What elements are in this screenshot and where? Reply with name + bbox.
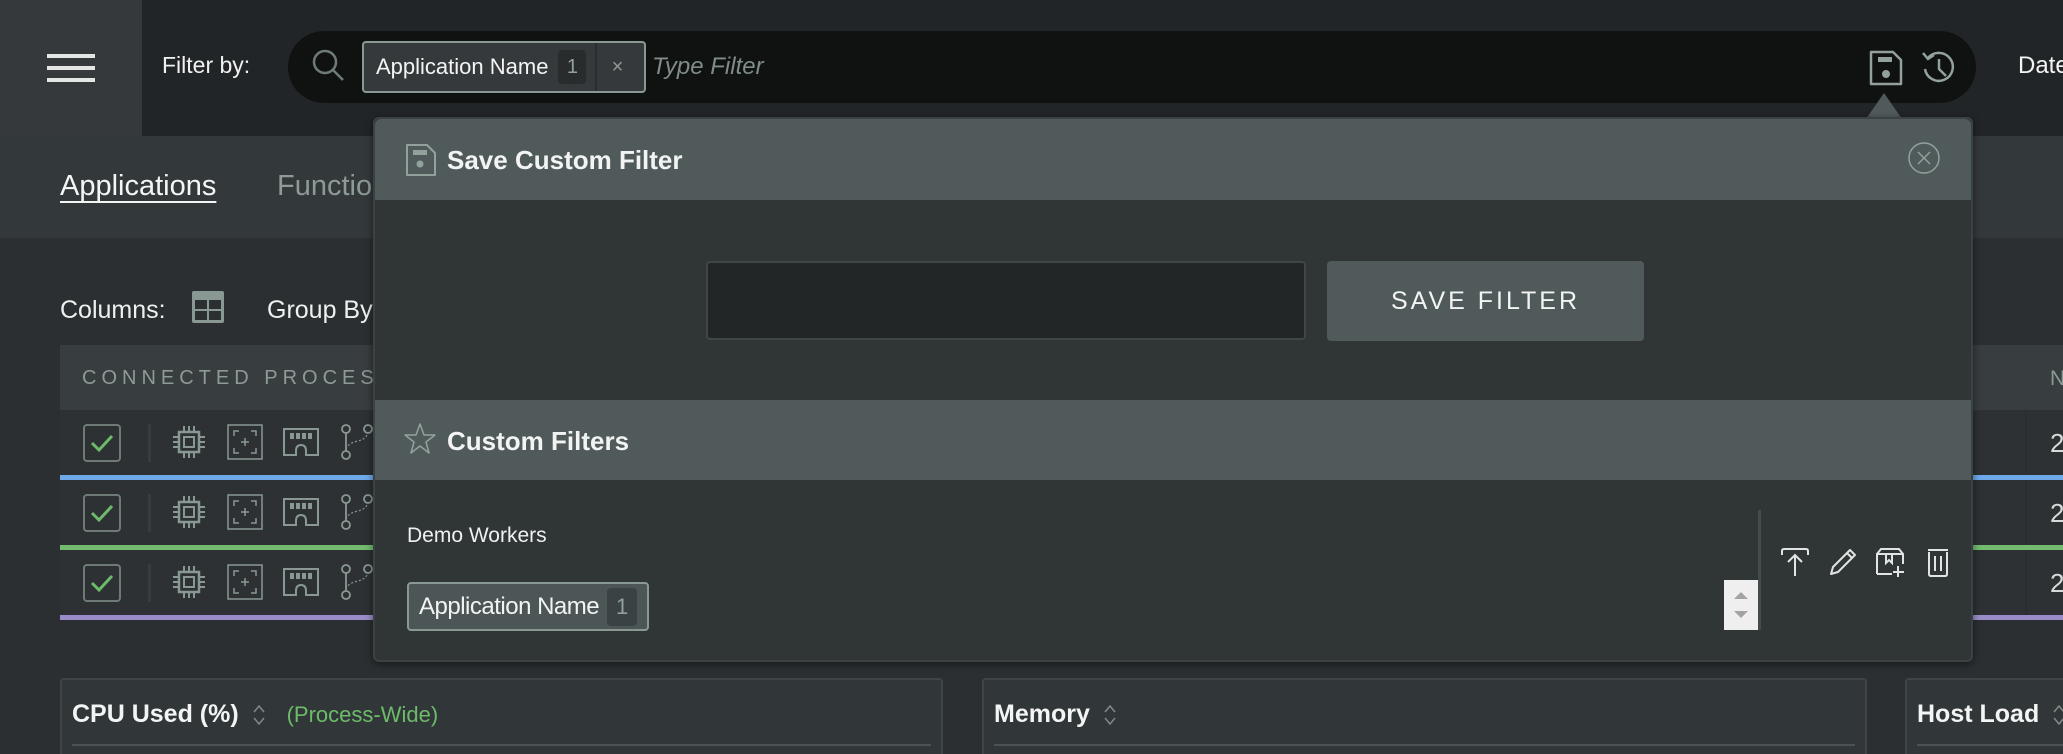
column-divider xyxy=(2025,480,2027,545)
card-title: Memory xyxy=(994,700,1090,728)
filter-name-input[interactable] xyxy=(706,261,1306,340)
menu-button[interactable] xyxy=(0,0,142,136)
search-icon xyxy=(312,49,344,81)
memory-icon[interactable] xyxy=(282,563,320,601)
sort-icon[interactable] xyxy=(1103,702,1117,728)
row-divider xyxy=(148,424,151,462)
row-checkbox[interactable] xyxy=(83,494,121,532)
top-bar: Filter by: Application Name 1 × Date xyxy=(0,0,2063,136)
save-filter-icon[interactable] xyxy=(1868,49,1904,87)
custom-filters-title: Custom Filters xyxy=(447,426,630,456)
cpu-icon[interactable] xyxy=(170,563,208,601)
saved-filter-name: Demo Workers xyxy=(407,524,547,547)
popover-arrow xyxy=(1866,93,1902,119)
actions-divider xyxy=(1758,510,1761,630)
sort-icon[interactable] xyxy=(252,702,266,728)
checkmark-icon xyxy=(90,504,114,523)
custom-filters-header: Custom Filters xyxy=(375,400,1971,480)
filter-by-label: Filter by: xyxy=(162,52,251,78)
branch-icon[interactable] xyxy=(338,493,376,531)
saved-filter-item: Demo Workers Application Name 1 xyxy=(375,482,1971,662)
tab-applications[interactable]: Applications xyxy=(60,170,216,203)
card-title: CPU Used (%) xyxy=(72,700,239,728)
columns-label: Columns: xyxy=(60,296,166,324)
saved-filter-chip: Application Name 1 xyxy=(407,582,650,631)
row-value: 2 xyxy=(2050,498,2063,528)
row-value: 2 xyxy=(2050,428,2063,458)
history-icon[interactable] xyxy=(1920,49,1958,87)
card-divider xyxy=(72,744,931,746)
card-subtitle: (Process-Wide) xyxy=(286,702,439,727)
saved-filter-chip-count: 1 xyxy=(607,587,638,626)
save-custom-filter-popover: Save Custom Filter SAVE FILTER Custom Fi… xyxy=(373,117,1973,662)
columns-table-icon[interactable] xyxy=(191,290,225,324)
column-divider xyxy=(2025,550,2027,615)
delete-trash-icon[interactable] xyxy=(1922,546,1954,578)
row-checkbox[interactable] xyxy=(83,424,121,462)
save-filter-button[interactable]: SAVE FILTER xyxy=(1327,261,1644,341)
card-memory: Memory xyxy=(982,678,1867,754)
card-title: Host Load xyxy=(1917,700,2040,728)
column-divider xyxy=(2025,410,2027,475)
memory-icon[interactable] xyxy=(282,493,320,531)
row-divider xyxy=(148,564,151,602)
card-divider xyxy=(1917,744,2063,746)
filter-chip-count: 1 xyxy=(558,50,587,84)
saved-filter-chip-label: Application Name xyxy=(419,592,600,620)
star-icon xyxy=(404,423,436,454)
edit-pencil-icon[interactable] xyxy=(1827,546,1859,578)
date-label[interactable]: Date xyxy=(2018,52,2063,80)
branch-icon[interactable] xyxy=(338,563,376,601)
filter-search-bar: Application Name 1 × xyxy=(288,31,1976,103)
column-header-n[interactable]: N xyxy=(2050,367,2063,391)
row-value: 2 xyxy=(2050,568,2063,598)
filter-chip-label: Application Name xyxy=(376,54,549,79)
card-divider xyxy=(994,744,1855,746)
close-icon[interactable] xyxy=(1907,141,1941,175)
group-by-label[interactable]: Group By xyxy=(267,296,373,325)
scroll-spinner[interactable] xyxy=(1724,580,1758,630)
sort-icon[interactable] xyxy=(2052,702,2063,728)
checkmark-icon xyxy=(90,574,114,593)
row-divider xyxy=(148,494,151,532)
remove-filter-icon[interactable]: × xyxy=(597,56,637,79)
card-cpu-used: CPU Used (%) (Process-Wide) xyxy=(60,678,943,754)
focus-icon[interactable] xyxy=(226,493,264,531)
row-checkbox[interactable] xyxy=(83,564,121,602)
cpu-icon[interactable] xyxy=(170,423,208,461)
type-filter-input[interactable] xyxy=(652,41,1752,93)
save-icon xyxy=(406,144,436,176)
checkmark-icon xyxy=(90,434,114,453)
popover-title: Save Custom Filter xyxy=(447,145,683,175)
active-filter-chip[interactable]: Application Name 1 × xyxy=(362,41,646,93)
branch-icon[interactable] xyxy=(338,423,376,461)
cpu-icon[interactable] xyxy=(170,493,208,531)
popover-header: Save Custom Filter xyxy=(375,119,1971,200)
hamburger-menu-icon xyxy=(47,54,95,82)
card-host-load: Host Load xyxy=(1905,678,2063,754)
focus-icon[interactable] xyxy=(226,423,264,461)
overwrite-filter-icon[interactable] xyxy=(1874,546,1906,578)
apply-filter-icon[interactable] xyxy=(1779,546,1811,578)
focus-icon[interactable] xyxy=(226,563,264,601)
memory-icon[interactable] xyxy=(282,423,320,461)
